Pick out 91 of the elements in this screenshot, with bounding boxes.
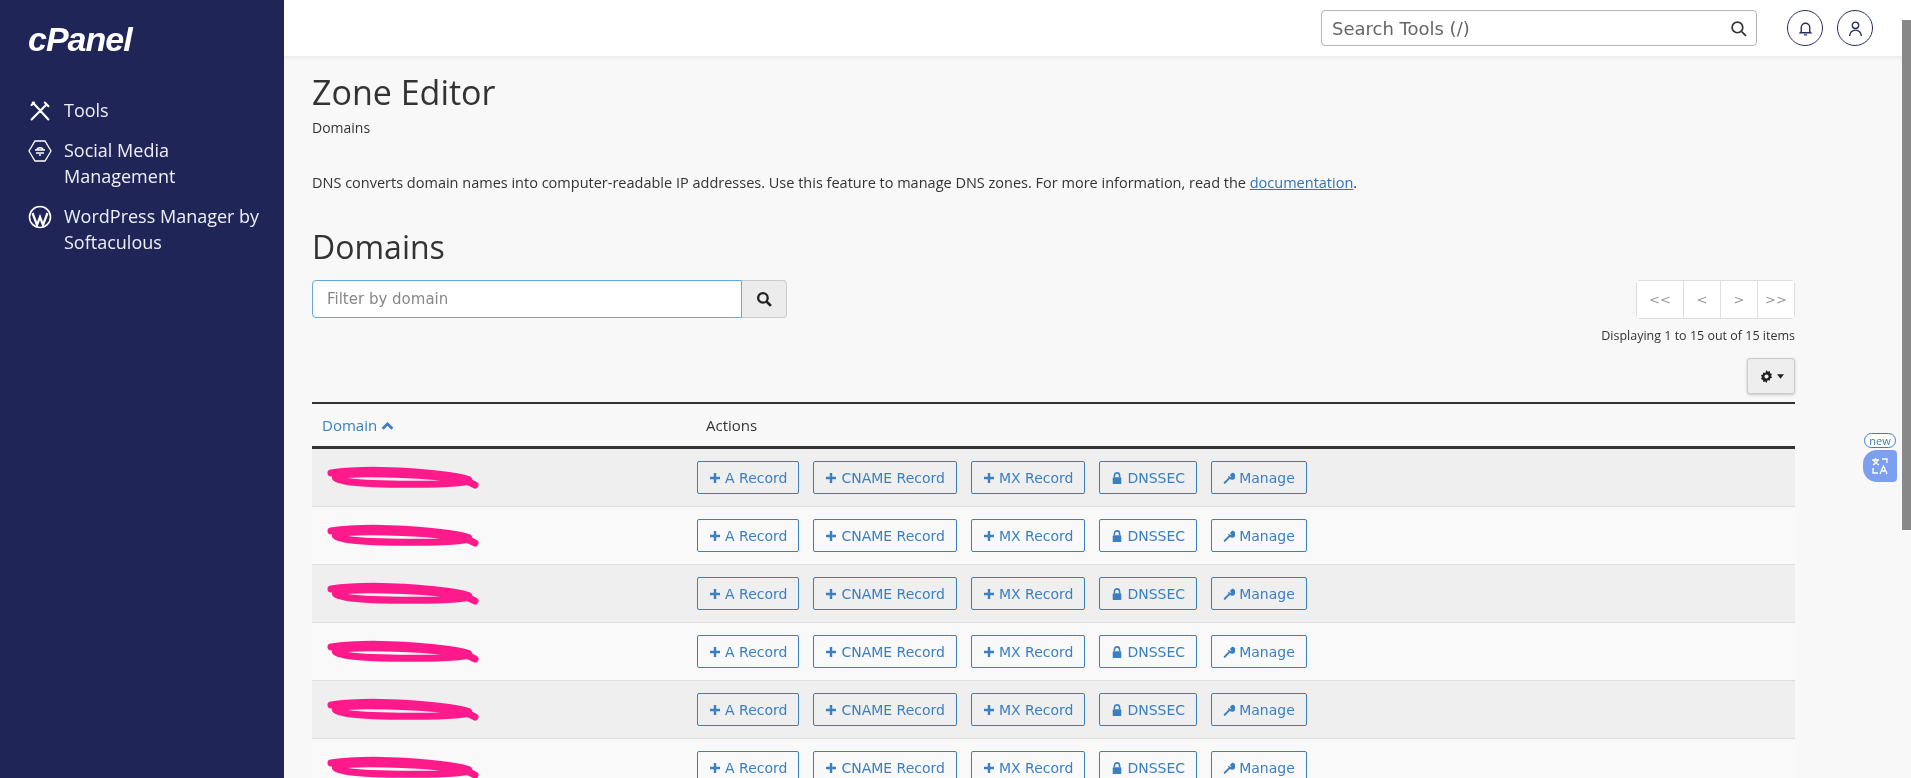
action-button[interactable]: Manage [1211,693,1307,726]
wrench-icon [1223,703,1236,716]
description: DNS converts domain names into computer-readable IP addresses. Use this feature to manage DNS zones. For more information, read the documentation. [312,173,1359,192]
plus-icon [709,703,721,716]
action-button[interactable]: MX Record [971,519,1086,552]
action-button[interactable]: CNAME Record [813,751,957,778]
plus-icon [983,761,995,774]
plus-icon [825,587,838,600]
sidebar-item[interactable]: WordPress Manager by Softaculous [28,203,268,255]
plus-icon [825,645,838,658]
lock-icon [1111,645,1124,658]
search-icon [755,290,773,308]
action-button[interactable]: DNSSEC [1099,461,1198,494]
action-button[interactable]: CNAME Record [813,693,957,726]
user-icon [1846,19,1864,37]
action-button[interactable]: DNSSEC [1099,635,1198,668]
action-button[interactable]: A Record [697,751,800,778]
wrench-icon [1223,587,1236,600]
user-button[interactable] [1837,10,1873,46]
wrench-icon [1223,471,1236,484]
plus-icon [983,529,995,542]
plus-icon [825,529,838,542]
lock-icon [1111,703,1124,716]
plus-icon [709,645,721,658]
action-button[interactable]: MX Record [971,693,1086,726]
action-button[interactable]: DNSSEC [1099,519,1198,552]
sidebar-item[interactable]: Social Media Management [28,137,268,189]
action-button[interactable]: MX Record [971,577,1086,610]
column-header: Actions [706,415,758,435]
hexagon-icon [28,139,52,163]
plus-icon [983,471,995,484]
bell-icon [1796,19,1814,37]
wrench-icon [1223,529,1236,542]
gear-icon [1758,368,1774,384]
action-button[interactable]: A Record [697,635,800,668]
settings-button[interactable] [1747,358,1795,394]
caret-icon [1776,373,1784,379]
sort-up-icon [381,420,395,430]
wrench-icon [1223,645,1236,658]
action-button[interactable]: CNAME Record [813,519,957,552]
action-button[interactable]: CNAME Record [813,461,957,494]
action-button[interactable]: Manage [1211,461,1307,494]
action-button[interactable]: A Record [697,693,800,726]
plus-icon [983,587,995,600]
plus-icon [825,471,838,484]
translate-icon [1870,456,1890,476]
action-button[interactable]: Manage [1211,577,1307,610]
action-button[interactable]: DNSSEC [1099,577,1198,610]
action-button[interactable]: CNAME Record [813,577,957,610]
filter-field[interactable]: Filter by domain [312,280,742,318]
items-summary: Displaying 1 to 15 out of 15 items [1601,327,1795,344]
action-button[interactable]: Manage [1211,635,1307,668]
section-title: Domains [312,226,446,268]
plus-icon [709,761,721,774]
scrollbar[interactable] [1902,20,1911,530]
search-icon [1730,20,1747,37]
cpanel-logo[interactable]: cPanel [28,20,132,59]
lock-icon [1111,471,1124,484]
wrench-icon [1223,761,1236,774]
action-button[interactable]: MX Record [971,751,1086,778]
action-button[interactable]: DNSSEC [1099,693,1198,726]
plus-icon [825,761,838,774]
new-badge: new [1864,433,1896,448]
search-field[interactable]: Search Tools (/) [1321,10,1757,46]
breadcrumb: Domains [312,118,372,137]
plus-icon [709,529,721,542]
plus-icon [709,587,721,600]
action-button[interactable]: DNSSEC [1099,751,1198,778]
action-button[interactable]: Manage [1211,751,1307,778]
lock-icon [1111,761,1124,774]
lock-icon [1111,587,1124,600]
action-button[interactable]: MX Record [971,461,1086,494]
action-button[interactable]: Manage [1211,519,1307,552]
plus-icon [709,471,721,484]
action-button[interactable]: A Record [697,519,800,552]
sort-header[interactable]: Domain [312,415,706,435]
action-button[interactable]: A Record [697,577,800,610]
action-button[interactable]: A Record [697,461,800,494]
page-button[interactable]: >> [1757,281,1794,318]
tools-icon [28,99,52,123]
sidebar-item[interactable]: Tools [28,97,268,123]
plus-icon [983,645,995,658]
notifications-button[interactable] [1787,10,1823,46]
page-title: Zone Editor [312,70,497,114]
lock-icon [1111,529,1124,542]
search-button[interactable] [742,280,787,318]
action-button[interactable]: CNAME Record [813,635,957,668]
action-button[interactable]: MX Record [971,635,1086,668]
plus-icon [983,703,995,716]
plus-icon [825,703,838,716]
wordpress-icon [28,205,52,229]
